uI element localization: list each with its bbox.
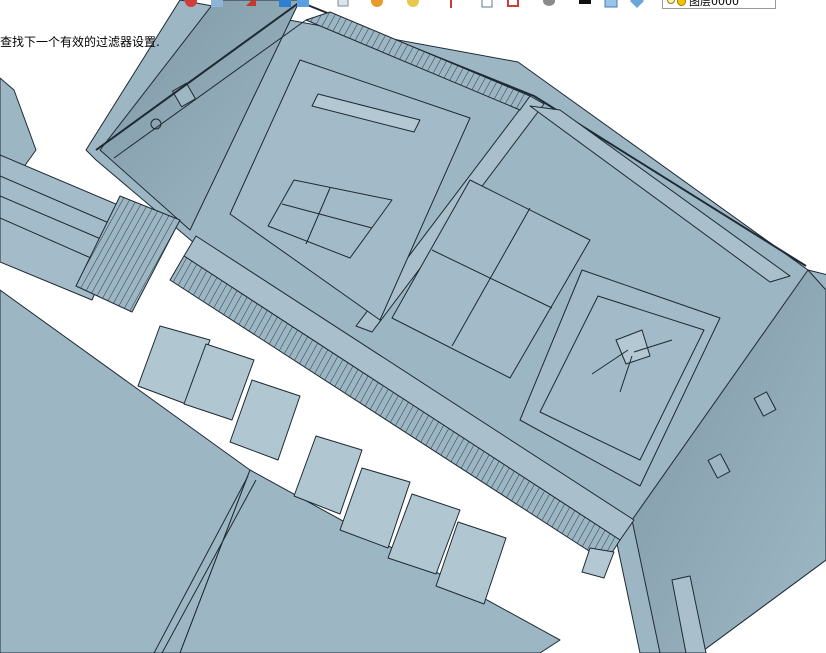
layer-color-icon: [677, 0, 686, 6]
red-axis-icon[interactable]: [444, 0, 458, 8]
cylinder-icon[interactable]: [542, 0, 556, 8]
blue-cube-icon[interactable]: [278, 0, 292, 8]
blue-cube-icon[interactable]: [296, 0, 310, 8]
cube-icon[interactable]: [336, 0, 350, 8]
red-globe-icon[interactable]: [184, 0, 198, 8]
layer-name: 图层0000: [689, 0, 739, 8]
black-fill-icon[interactable]: [578, 0, 592, 8]
layer-dropdown[interactable]: 图层0000: [662, 0, 776, 9]
orange-tool-icon[interactable]: [370, 0, 384, 8]
red-box-icon[interactable]: [506, 0, 520, 8]
status-message: 查找下一个有效的过滤器设置.: [0, 35, 160, 49]
blue-diamond-icon[interactable]: [630, 0, 644, 8]
arrow-icon[interactable]: [244, 0, 258, 8]
document-icon[interactable]: [480, 0, 494, 8]
cad-3d-viewport[interactable]: [0, 0, 826, 653]
yellow-tool-icon[interactable]: [406, 0, 420, 8]
light-bulb-icon: [667, 0, 675, 4]
corner-bracket: [581, 547, 615, 579]
view-icon[interactable]: [210, 0, 224, 8]
cad-machine-model: [0, 0, 826, 653]
blue-square-icon[interactable]: [604, 0, 618, 8]
